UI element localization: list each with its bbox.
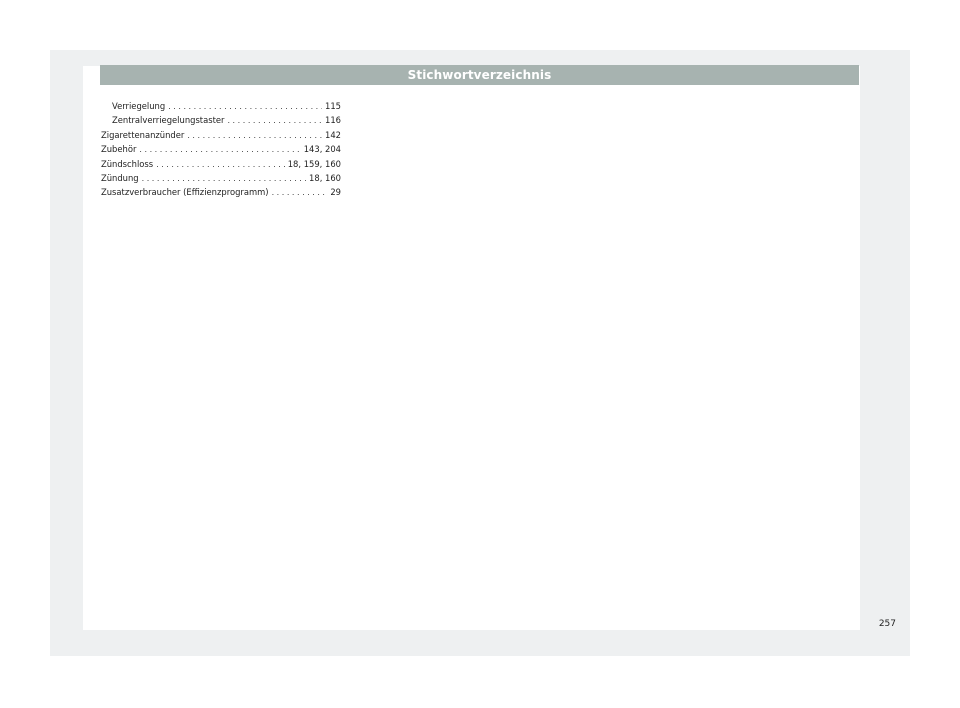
dot-leader [168,100,322,114]
index-entry: Zubehör 143, 204 [101,142,341,156]
index-entry: Zigarettenanzünder 142 [101,128,341,142]
index-pages: 116 [325,115,341,126]
index-term: Zigarettenanzünder [101,129,185,140]
index-pages: 115 [325,101,341,111]
dot-leader [156,158,285,172]
index-pages: 18, 159, 160 [287,158,341,169]
index-entry: Zündung 18, 160 [101,171,341,185]
section-header: Stichwortverzeichnis [100,65,859,85]
index-term: Zündung [101,172,139,183]
index-term: Zusatzverbraucher (Effizienzprogramm) [101,187,269,198]
index-pages: 143, 204 [303,144,341,155]
index-pages: 18, 160 [309,172,341,183]
dot-leader [139,143,300,157]
index-term: Zubehör [101,144,137,155]
dot-leader [187,129,322,143]
dot-leader [272,186,328,200]
section-title: Stichwortverzeichnis [407,68,552,82]
page-number: 257 [878,619,896,629]
index-pages: 142 [325,129,341,140]
index-entry: Zündschloss 18, 159, 160 [101,157,341,171]
index-entry: Zusatzverbraucher (Effizienzprogramm) 29 [101,185,341,199]
index-list: Verriegelung 115 Zentralverriegelungstas… [101,99,341,200]
index-term: Zentralverriegelungstaster [112,115,225,126]
index-term: Zündschloss [101,158,154,169]
index-term: Verriegelung [112,101,166,111]
dot-leader [227,114,322,128]
dot-leader [142,172,306,186]
index-pages: 29 [330,187,341,198]
index-entry: Zentralverriegelungstaster 116 [101,113,341,127]
index-entry: Verriegelung 115 [101,99,341,113]
